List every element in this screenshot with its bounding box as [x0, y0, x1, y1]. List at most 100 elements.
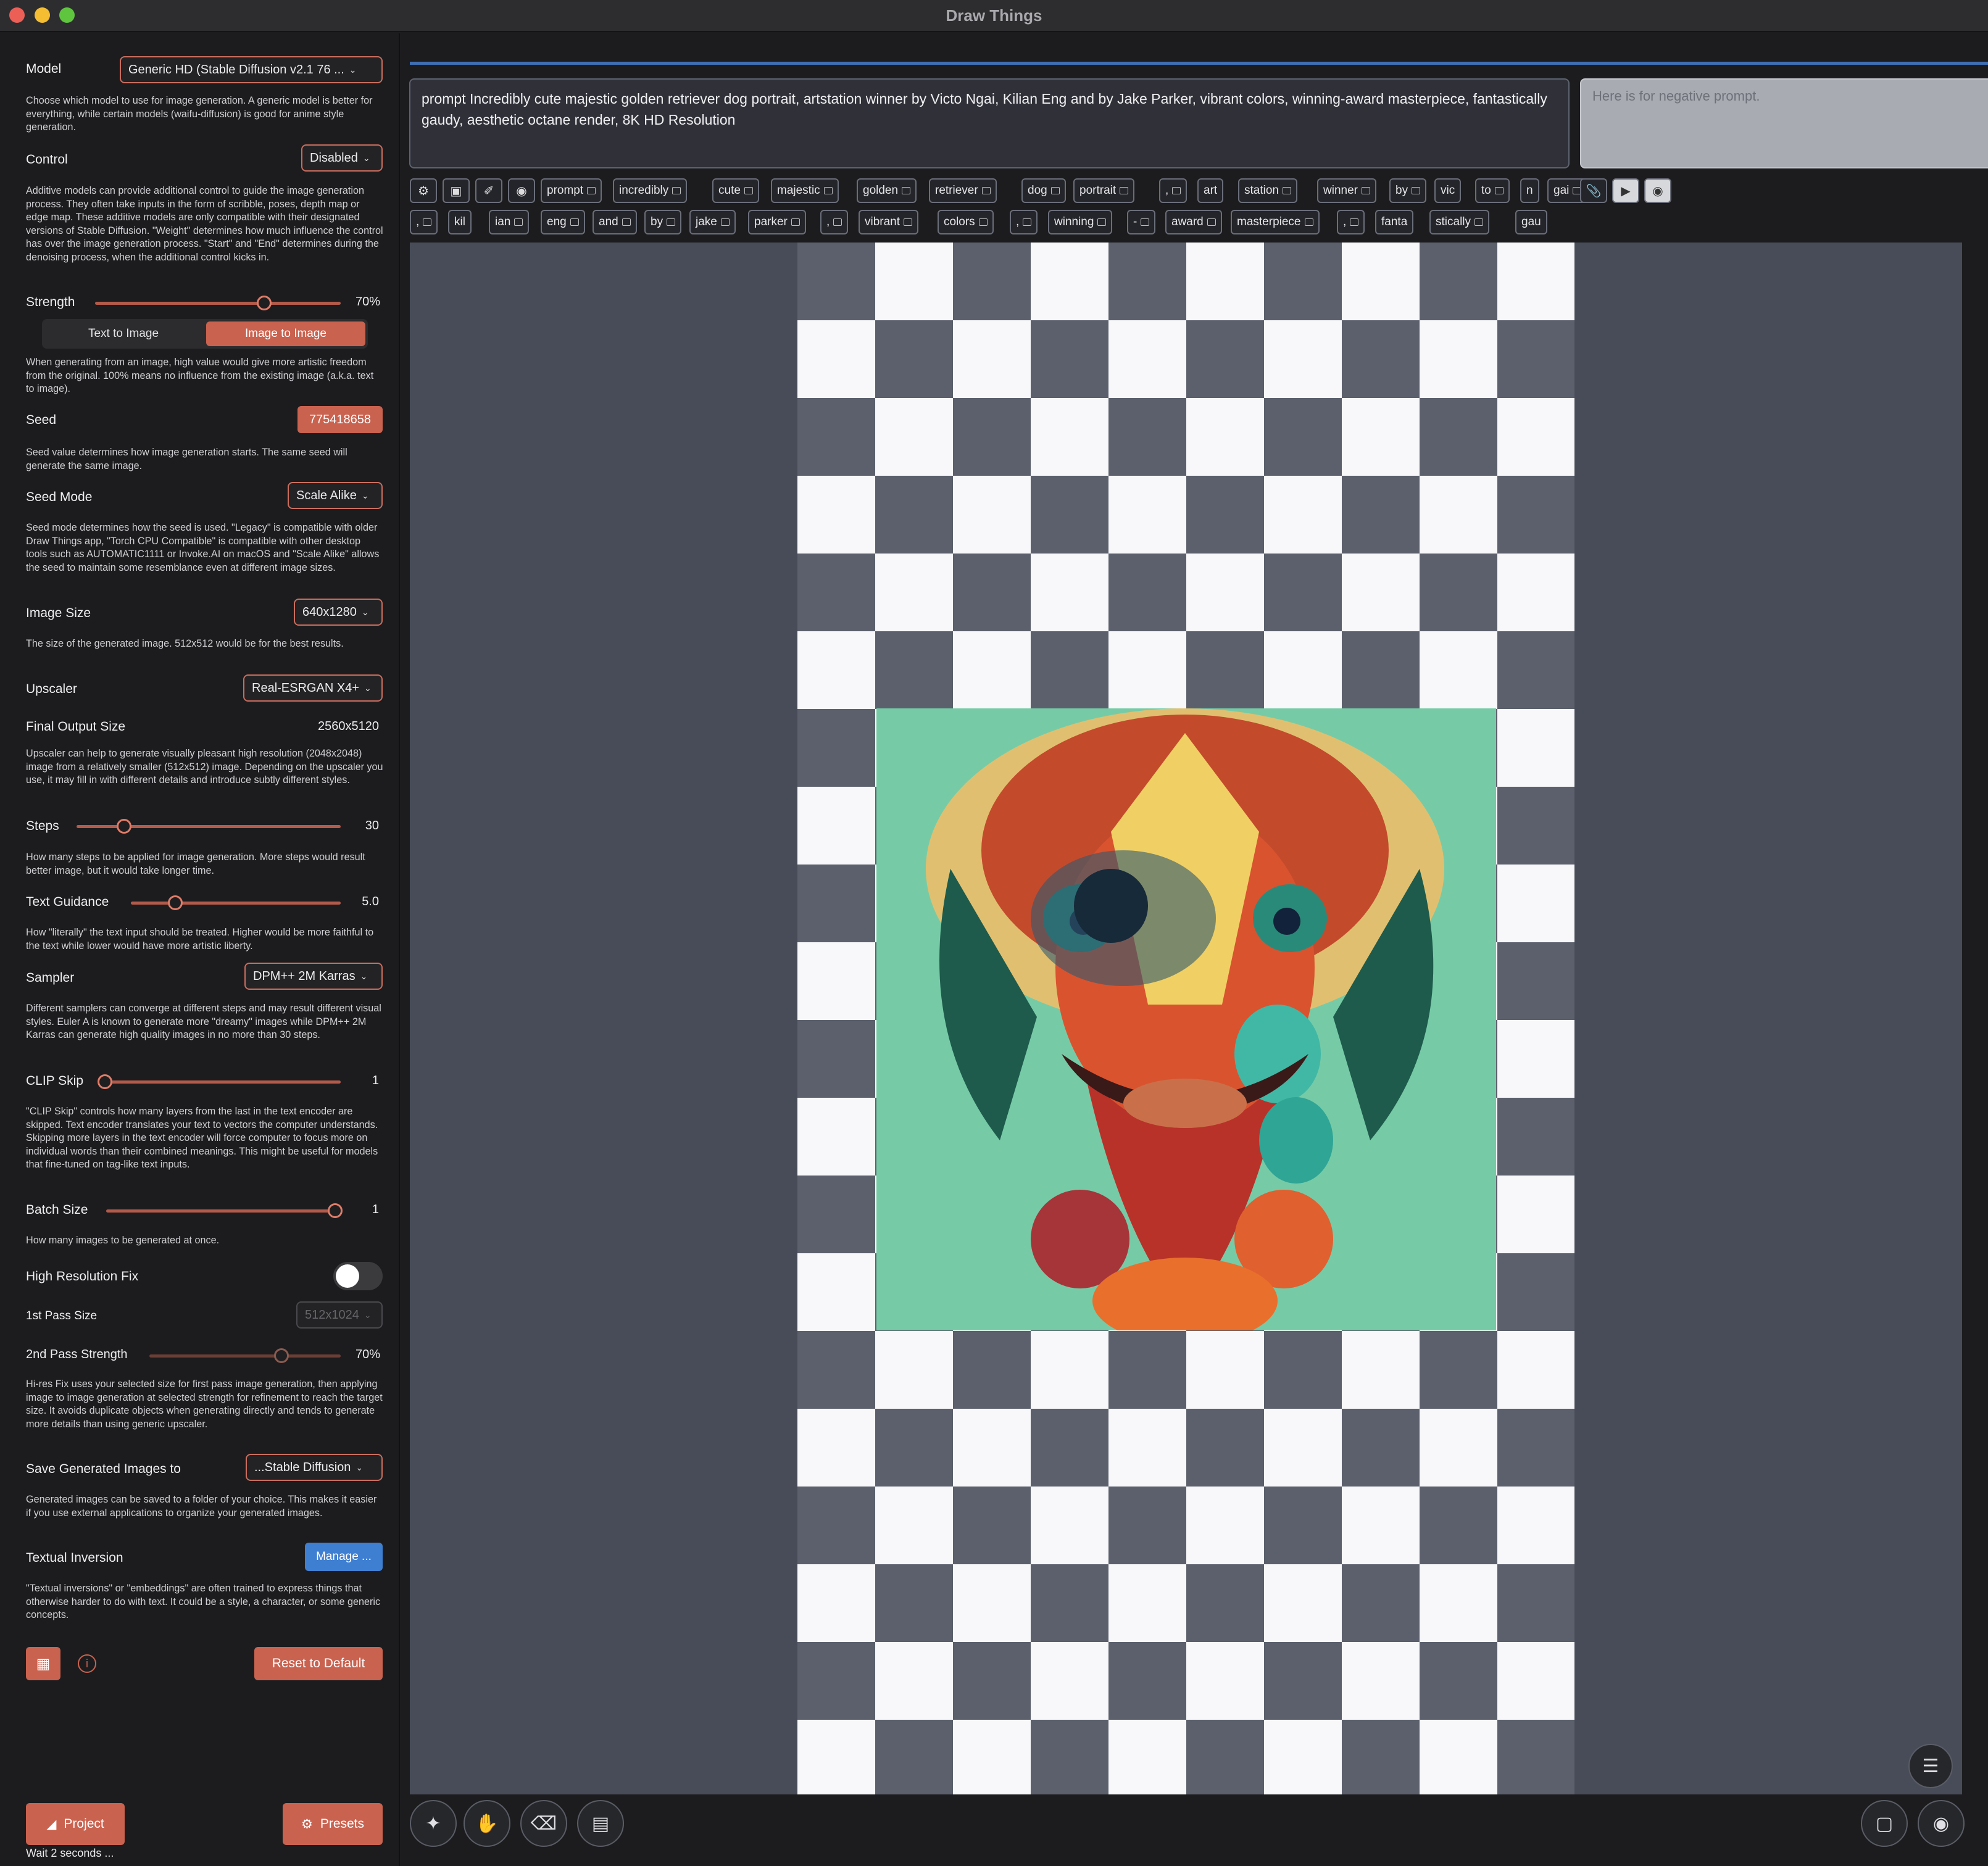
prompt-token[interactable]: ,: [1010, 210, 1038, 234]
token-label: colors: [944, 215, 975, 228]
paint-roller-icon[interactable]: ▤: [577, 1800, 624, 1847]
hand-icon[interactable]: ✋: [464, 1800, 510, 1847]
token-label: ian: [495, 215, 511, 228]
magic-wand-icon[interactable]: ✦: [410, 1800, 457, 1847]
upscaler-value: Real-ESRGAN X4+: [252, 681, 359, 695]
prompt-token[interactable]: dog: [1021, 178, 1066, 203]
prompt-token[interactable]: n: [1520, 178, 1539, 203]
text-guidance-slider-track[interactable]: [131, 902, 341, 905]
prompt-token[interactable]: retriever: [929, 178, 997, 203]
strength-slider-knob[interactable]: [257, 296, 272, 310]
reset-to-default-button[interactable]: Reset to Default: [254, 1647, 383, 1680]
sampler-dropdown[interactable]: DPM++ 2M Karras ⌄: [244, 963, 383, 990]
image-size-description: The size of the generated image. 512x512…: [26, 638, 344, 649]
model-dropdown[interactable]: Generic HD (Stable Diffusion v2.1 76 ...…: [120, 56, 383, 83]
prompt-token[interactable]: to: [1475, 178, 1510, 203]
prompt-token[interactable]: and: [593, 210, 637, 234]
prompt-token[interactable]: parker: [748, 210, 806, 234]
prompt-token[interactable]: station: [1238, 178, 1297, 203]
control-dropdown[interactable]: Disabled ⌄: [301, 144, 383, 172]
prompt-token[interactable]: cute: [712, 178, 759, 203]
prompt-token[interactable]: fanta: [1375, 210, 1414, 234]
image-to-image-tab[interactable]: Image to Image: [206, 321, 365, 346]
prompt-token[interactable]: vic: [1434, 178, 1462, 203]
manage-button[interactable]: Manage ...: [305, 1543, 383, 1571]
play-icon[interactable]: ▶: [1612, 178, 1639, 203]
second-pass-slider-knob[interactable]: [274, 1348, 289, 1363]
camera-icon[interactable]: ◉: [1918, 1800, 1965, 1847]
steps-slider-knob[interactable]: [117, 819, 131, 834]
prompt-token[interactable]: by: [644, 210, 682, 234]
paperclip-icon[interactable]: ✐: [475, 178, 502, 203]
prompt-input[interactable]: prompt Incredibly cute majestic golden r…: [409, 78, 1570, 168]
prompt-token[interactable]: masterpiece: [1231, 210, 1320, 234]
strength-slider-track[interactable]: [95, 302, 341, 305]
prompt-token[interactable]: jake: [689, 210, 736, 234]
prompt-token[interactable]: winner: [1317, 178, 1376, 203]
prompt-token[interactable]: portrait: [1073, 178, 1135, 203]
token-label: eng: [547, 215, 567, 228]
prompt-token[interactable]: vibrant: [859, 210, 919, 234]
presets-button[interactable]: ⚙ Presets: [283, 1803, 383, 1845]
prompt-token[interactable]: kil: [448, 210, 472, 234]
prompt-token[interactable]: prompt: [541, 178, 602, 203]
sampler-label: Sampler: [26, 971, 75, 985]
seed-mode-dropdown[interactable]: Scale Alike ⌄: [288, 482, 383, 509]
prompt-token[interactable]: ,: [410, 210, 438, 234]
token-label: golden: [863, 184, 899, 197]
play-icon[interactable]: ◉: [508, 178, 535, 203]
seed-description: Seed value determines how image generati…: [26, 447, 347, 471]
prompt-token[interactable]: ,: [1337, 210, 1365, 234]
clip-skip-slider-knob[interactable]: [98, 1074, 112, 1089]
text-to-image-tab[interactable]: Text to Image: [44, 321, 202, 346]
high-resolution-fix-toggle[interactable]: [333, 1262, 383, 1290]
prompt-token[interactable]: art: [1197, 178, 1224, 203]
prompt-token[interactable]: by: [1389, 178, 1427, 203]
batch-size-slider-knob[interactable]: [328, 1203, 343, 1218]
prompt-token[interactable]: golden: [857, 178, 917, 203]
token-label: retriever: [935, 184, 978, 197]
clip-skip-description: "CLIP Skip" controls how many layers fro…: [26, 1106, 378, 1171]
prompt-token[interactable]: gau: [1515, 210, 1547, 234]
save-location-dropdown[interactable]: ...Stable Diffusion ⌄: [246, 1454, 383, 1481]
title-bar: Draw Things: [0, 0, 1988, 32]
prompt-token[interactable]: winning: [1048, 210, 1113, 234]
eraser-icon[interactable]: ⌫: [520, 1800, 567, 1847]
negative-prompt-input[interactable]: Here is for negative prompt.: [1580, 78, 1988, 168]
seed-field[interactable]: 775418658: [297, 406, 383, 433]
clip-skip-slider-track[interactable]: [105, 1080, 341, 1084]
project-button[interactable]: ◢ Project: [26, 1803, 125, 1845]
second-pass-slider-track[interactable]: [149, 1354, 341, 1358]
settings-icon[interactable]: ⚙: [410, 178, 437, 203]
batch-size-slider-track[interactable]: [106, 1209, 341, 1213]
prompt-token[interactable]: ,: [820, 210, 849, 234]
text-guidance-slider-knob[interactable]: [168, 895, 183, 910]
chevron-down-icon: ⌄: [361, 490, 369, 500]
prompt-token[interactable]: stically: [1429, 210, 1490, 234]
batch-size-label: Batch Size: [26, 1203, 88, 1217]
chip-icon[interactable]: ▦: [26, 1647, 60, 1680]
prompt-token[interactable]: ,: [1159, 178, 1187, 203]
record-icon[interactable]: ◉: [1644, 178, 1671, 203]
prompt-token[interactable]: majestic: [771, 178, 839, 203]
prompt-token[interactable]: award: [1165, 210, 1222, 234]
prompt-token[interactable]: incredibly: [613, 178, 688, 203]
prompt-token[interactable]: ian: [489, 210, 530, 234]
prompt-token[interactable]: -: [1127, 210, 1156, 234]
token-icon: [744, 187, 753, 194]
first-pass-size-dropdown[interactable]: 512x1024 ⌄: [296, 1301, 383, 1329]
paperclip-icon[interactable]: 📎: [1580, 178, 1607, 203]
note-icon[interactable]: ▢: [1861, 1800, 1908, 1847]
upscaler-dropdown[interactable]: Real-ESRGAN X4+ ⌄: [243, 674, 383, 702]
token-label: fanta: [1381, 215, 1408, 228]
prompt-token[interactable]: eng: [541, 210, 585, 234]
prompt-token[interactable]: colors: [938, 210, 994, 234]
token-icon: [791, 218, 800, 226]
info-icon[interactable]: i: [78, 1654, 96, 1673]
image-size-dropdown[interactable]: 640x1280 ⌄: [294, 599, 383, 626]
seed-mode-label: Seed Mode: [26, 490, 93, 504]
layers-icon[interactable]: ☰: [1908, 1744, 1953, 1788]
token-icon: [1050, 187, 1060, 194]
token-label: ,: [1165, 184, 1169, 197]
image-icon[interactable]: ▣: [443, 178, 470, 203]
